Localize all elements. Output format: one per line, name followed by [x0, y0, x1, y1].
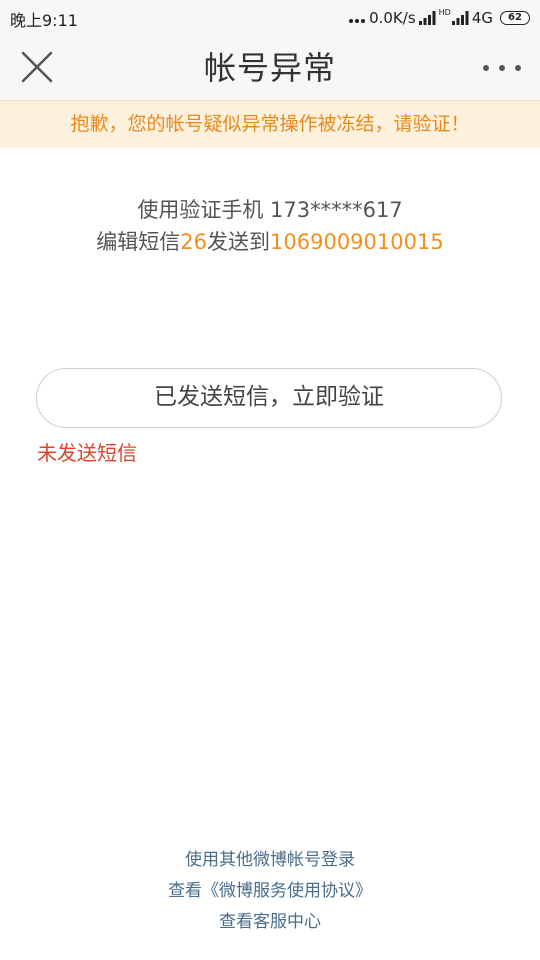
more-dots-icon [349, 13, 366, 23]
status-time: 晚上9:11 [10, 11, 78, 30]
sms-instruction-middle: 发送到 [207, 230, 271, 254]
not-sent-link[interactable]: 未发送短信 [37, 437, 137, 466]
sms-instruction: 编辑短信26发送到1069009010015 [0, 228, 540, 256]
status-indicators: 0.0K/s HD 4G 62 [349, 8, 530, 28]
signal-icon [418, 11, 436, 25]
signal-hd-icon [451, 11, 469, 25]
service-agreement-link[interactable]: 查看《微博服务使用协议》 [0, 876, 540, 901]
more-icon [483, 65, 521, 71]
sms-code: 26 [180, 230, 208, 254]
warning-banner: 抱歉，您的帐号疑似异常操作被冻结，请验证！ [0, 100, 540, 148]
page-title: 帐号异常 [203, 49, 336, 87]
sms-number: 1069009010015 [270, 230, 444, 254]
hd-icon: HD [438, 8, 451, 17]
customer-service-link[interactable]: 查看客服中心 [0, 907, 540, 932]
verify-button[interactable]: 已发送短信，立即验证 [36, 368, 502, 428]
network-type: 4G [471, 9, 493, 27]
sms-instruction-prefix: 编辑短信 [96, 230, 181, 254]
login-other-account-link[interactable]: 使用其他微博帐号登录 [0, 845, 540, 870]
more-options-button[interactable] [480, 56, 524, 80]
verify-phone-text: 使用验证手机 173*****617 [137, 198, 403, 222]
status-bar: 晚上9:11 0.0K/s HD 4G 62 [0, 0, 540, 36]
battery-icon: 62 [500, 11, 530, 25]
warning-text: 抱歉，您的帐号疑似异常操作被冻结，请验证！ [70, 113, 470, 135]
nav-bar: 帐号异常 [0, 36, 540, 100]
network-speed: 0.0K/s [369, 9, 416, 27]
